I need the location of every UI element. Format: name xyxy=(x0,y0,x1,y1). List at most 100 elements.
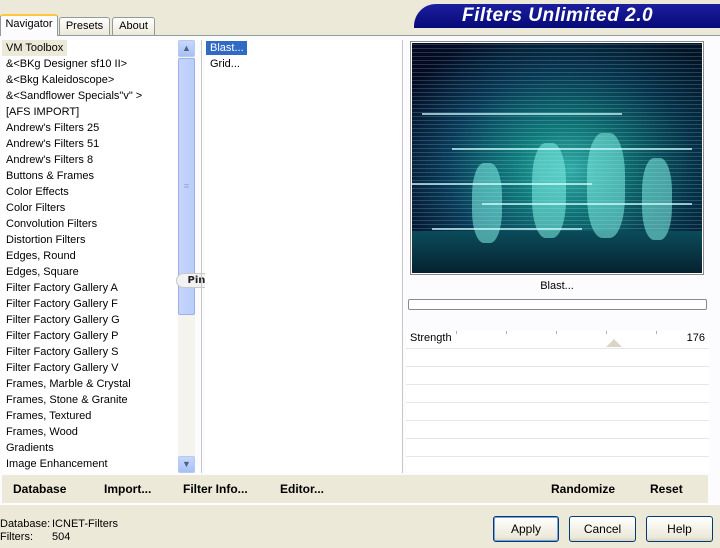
tab-presets[interactable]: Presets xyxy=(59,17,110,35)
ruler-tick xyxy=(606,331,607,334)
category-label: Filter Factory Gallery F xyxy=(6,298,118,310)
strength-slider-marker[interactable] xyxy=(606,339,622,347)
category-list-item[interactable]: Filter Factory Gallery G xyxy=(2,312,178,328)
parameter-row-divider xyxy=(406,402,709,403)
effect-label: Grid... xyxy=(210,58,240,70)
category-label: Filter Factory Gallery P xyxy=(6,330,119,342)
preview-image xyxy=(410,41,704,275)
preview-divider xyxy=(402,40,403,473)
preview-streak xyxy=(422,113,622,115)
category-list-item[interactable]: Buttons & Frames xyxy=(2,168,178,184)
preview-caption: Blast... xyxy=(540,280,574,292)
category-list-item[interactable]: Distortion Filters xyxy=(2,232,178,248)
category-list-item[interactable]: Image Enhancement xyxy=(2,456,178,472)
category-label: Andrew's Filters 25 xyxy=(6,122,100,134)
database-status-value: ICNET-Filters xyxy=(52,518,118,530)
category-list-item[interactable]: Filter Factory Gallery S xyxy=(2,344,178,360)
ruler-tick xyxy=(506,331,507,334)
category-list-item[interactable]: Color Filters xyxy=(2,200,178,216)
category-label: Andrew's Filters 51 xyxy=(6,138,100,150)
help-button[interactable]: Help xyxy=(646,516,713,542)
category-label: Convolution Filters xyxy=(6,218,98,230)
preview-streak xyxy=(412,183,592,185)
category-label: Edges, Round xyxy=(6,250,76,262)
database-command[interactable]: Database xyxy=(13,480,66,498)
category-list-item[interactable]: Frames, Wood xyxy=(2,424,178,440)
filter-info-command[interactable]: Filter Info... xyxy=(183,480,248,498)
category-list-item[interactable]: Filter Factory Gallery F xyxy=(2,296,178,312)
database-status-label: Database: xyxy=(0,518,51,530)
category-label: Frames, Stone & Granite xyxy=(6,394,128,406)
scroll-down-arrow-icon[interactable]: ▼ xyxy=(178,456,195,473)
category-list-item[interactable]: Filter Factory Gallery P xyxy=(2,328,178,344)
category-label: Gradients xyxy=(6,442,54,454)
category-list-item[interactable]: Frames, Stone & Granite xyxy=(2,392,178,408)
filters-status-label: Filters: xyxy=(0,531,33,543)
category-label: Frames, Wood xyxy=(6,426,78,438)
category-label: Image Enhancement xyxy=(6,458,108,470)
parameter-row-divider xyxy=(406,348,709,349)
category-list-item[interactable]: Andrew's Filters 25 xyxy=(2,120,178,136)
preview-figure xyxy=(642,158,672,240)
category-scrollbar[interactable]: ▲ ≡ ▼ xyxy=(178,40,195,473)
reset-command[interactable]: Reset xyxy=(650,480,683,498)
strength-value[interactable]: 176 xyxy=(668,332,705,344)
category-list-item[interactable]: Color Effects xyxy=(2,184,178,200)
category-label: &<Sandflower Specials"v" > xyxy=(6,90,143,102)
category-list-item[interactable]: &<BKg Designer sf10 II> xyxy=(2,56,178,72)
preview-streak xyxy=(452,148,692,150)
category-label: Color Effects xyxy=(6,186,69,198)
scroll-up-arrow-icon[interactable]: ▲ xyxy=(178,40,195,57)
category-list-item[interactable]: &<Sandflower Specials"v" > xyxy=(2,88,178,104)
app-title-banner: Filters Unlimited 2.0 xyxy=(414,4,720,28)
ruler-tick xyxy=(556,331,557,334)
category-list-item[interactable]: Edges, Square xyxy=(2,264,178,280)
preview-figure xyxy=(532,143,566,238)
randomize-command[interactable]: Randomize xyxy=(551,480,615,498)
tab-navigator[interactable]: Navigator xyxy=(0,14,58,36)
ruler-tick xyxy=(456,331,457,334)
import-command[interactable]: Import... xyxy=(104,480,151,498)
apply-button[interactable]: Apply xyxy=(493,516,559,542)
category-list-item[interactable]: Filter Factory Gallery A xyxy=(2,280,178,296)
category-label: &<BKg Designer sf10 II> xyxy=(6,58,128,70)
category-label: Color Filters xyxy=(6,202,66,214)
category-list-item[interactable]: &<Bkg Kaleidoscope> xyxy=(2,72,178,88)
category-list-item[interactable]: [AFS IMPORT] xyxy=(2,104,178,120)
effect-list-item[interactable]: Blast... xyxy=(205,40,401,56)
parameter-row-divider xyxy=(406,420,709,421)
category-list[interactable]: VM Toolbox &<BKg Designer sf10 II> &<Bkg K… xyxy=(2,40,178,473)
category-list-item[interactable]: VM Toolbox xyxy=(2,40,178,56)
parameter-row-divider xyxy=(406,438,709,439)
category-label: Frames, Textured xyxy=(6,410,92,422)
category-list-item[interactable]: Frames, Marble & Crystal xyxy=(2,376,178,392)
parameter-area xyxy=(406,331,709,472)
strength-label: Strength xyxy=(410,332,452,344)
progress-bar xyxy=(408,299,707,310)
category-list-item[interactable]: Convolution Filters xyxy=(2,216,178,232)
category-label: &<Bkg Kaleidoscope> xyxy=(6,74,115,86)
category-label: Edges, Square xyxy=(6,266,79,278)
category-list-item[interactable]: Andrew's Filters 8 xyxy=(2,152,178,168)
category-label: Frames, Marble & Crystal xyxy=(6,378,131,390)
ruler-tick xyxy=(656,331,657,334)
category-list-item[interactable]: Frames, Textured xyxy=(2,408,178,424)
parameter-row-divider xyxy=(406,456,709,457)
category-label: Filter Factory Gallery G xyxy=(6,314,120,326)
cancel-button[interactable]: Cancel xyxy=(569,516,636,542)
tab-about[interactable]: About xyxy=(112,17,155,35)
category-list-item[interactable]: Gradients xyxy=(2,440,178,456)
category-list-item[interactable]: Filter Factory Gallery V xyxy=(2,360,178,376)
category-list-item[interactable]: Andrew's Filters 51 xyxy=(2,136,178,152)
editor-command[interactable]: Editor... xyxy=(280,480,324,498)
effect-list[interactable]: Blast... Grid... xyxy=(205,40,401,473)
parameter-row-divider xyxy=(406,366,709,367)
category-list-item[interactable]: Edges, Round xyxy=(2,248,178,264)
effect-list-item[interactable]: Grid... xyxy=(205,56,401,72)
list-divider xyxy=(201,40,202,473)
category-label: VM Toolbox xyxy=(2,40,68,56)
category-label: [AFS IMPORT] xyxy=(6,106,80,118)
category-label: Filter Factory Gallery A xyxy=(6,282,118,294)
parameter-row-divider xyxy=(406,384,709,385)
effect-label: Blast... xyxy=(206,41,247,55)
